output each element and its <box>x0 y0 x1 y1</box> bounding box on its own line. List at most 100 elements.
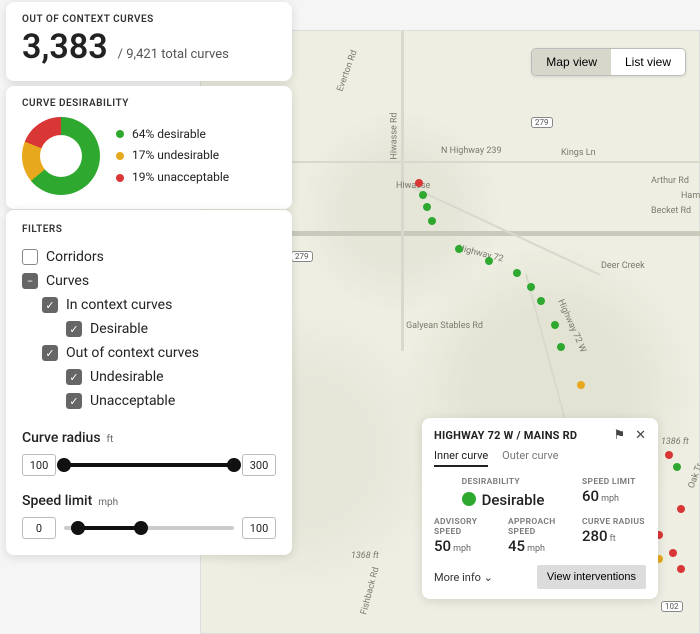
close-icon[interactable]: ✕ <box>635 428 646 443</box>
legend-text: 19% unacceptable <box>132 167 229 189</box>
legend-dot-icon <box>116 152 124 160</box>
curve-info-card: HIGHWAY 72 W / MAINS RD ⚑ ✕ Inner curve … <box>422 418 658 599</box>
map-label-everton: Everton Rd <box>336 49 360 93</box>
tab-outer-curve[interactable]: Outer curve <box>502 449 558 467</box>
curve-dot[interactable] <box>677 565 685 573</box>
map-label-kings: Kings Ln <box>561 148 596 158</box>
more-info-link[interactable]: More info ⌄ <box>434 571 493 584</box>
curve-dot[interactable] <box>513 269 521 277</box>
legend-item-unacceptable: 19% unacceptable <box>116 167 229 189</box>
slider-thumb-min[interactable] <box>57 458 71 472</box>
curve-dot[interactable] <box>485 257 493 265</box>
curve-dot[interactable] <box>537 297 545 305</box>
slider-speed-limit: Speed limit mph 0 100 <box>22 490 276 539</box>
metric-label: DESIRABILITY <box>462 477 545 487</box>
map-label-elev2: 1368 ft <box>351 551 379 561</box>
curve-dot[interactable] <box>415 179 423 187</box>
curve-dot[interactable] <box>527 283 535 291</box>
map-label-hwy239: N Highway 239 <box>441 146 502 156</box>
slider-title: Curve radius <box>22 430 101 446</box>
filters-label: FILTERS <box>22 224 276 235</box>
checkbox-checked-icon[interactable]: ✓ <box>66 321 82 337</box>
legend-text: 64% desirable <box>132 124 206 146</box>
metric-value: 50 <box>434 537 451 555</box>
curve-dot[interactable] <box>669 549 677 557</box>
slider-thumb-min[interactable] <box>71 521 85 535</box>
checkbox-icon[interactable] <box>22 249 38 265</box>
info-title: HIGHWAY 72 W / MAINS RD <box>434 429 577 442</box>
map-label-fishback: Fishback Rd <box>359 566 381 616</box>
map-label-hampton: Hampton <box>681 191 700 201</box>
metric-unit: mph <box>527 544 545 554</box>
out-of-context-panel: OUT OF CONTEXT CURVES 3,383 / 9,421 tota… <box>6 2 292 81</box>
legend-dot-icon <box>116 174 124 182</box>
curve-dot[interactable] <box>428 217 436 225</box>
tab-list-view[interactable]: List view <box>611 49 685 75</box>
out-of-context-label: OUT OF CONTEXT CURVES <box>22 14 276 25</box>
metric-label: CURVE RADIUS <box>582 517 646 527</box>
map-label-becket: Becket Rd <box>651 206 691 216</box>
curve-dot[interactable] <box>673 463 681 471</box>
checkbox-checked-icon[interactable]: ✓ <box>66 393 82 409</box>
slider-max-input[interactable]: 100 <box>242 517 276 539</box>
donut-legend: 64% desirable 17% undesirable 19% unacce… <box>116 124 229 189</box>
filter-label: Corridors <box>46 249 104 265</box>
curve-dot[interactable] <box>557 343 565 351</box>
legend-item-desirable: 64% desirable <box>116 124 229 146</box>
filter-in-context[interactable]: ✓ In context curves <box>22 293 276 317</box>
checkbox-checked-icon[interactable]: ✓ <box>42 297 58 313</box>
view-toggle: Map view List view <box>531 48 686 76</box>
filter-corridors[interactable]: Corridors <box>22 245 276 269</box>
curve-dot[interactable] <box>677 505 685 513</box>
tab-inner-curve[interactable]: Inner curve <box>434 449 488 467</box>
curve-dot[interactable] <box>455 245 463 253</box>
metric-value: 280 <box>582 527 608 545</box>
curve-desirability-label: CURVE DESIRABILITY <box>22 98 276 109</box>
slider-max-input[interactable]: 300 <box>242 454 276 476</box>
curve-dot[interactable] <box>419 191 427 199</box>
map-label-hiwasse: Hiwasse <box>396 181 430 191</box>
slider-thumb-max[interactable] <box>134 521 148 535</box>
out-of-context-count: 3,383 <box>22 27 108 67</box>
metric-unit: ft <box>610 534 616 544</box>
flag-icon[interactable]: ⚑ <box>613 428 625 443</box>
curve-dot[interactable] <box>665 451 673 459</box>
map-label-hwy72: Highway 72 <box>456 243 504 264</box>
filter-label: Undesirable <box>90 369 164 385</box>
filter-out-context[interactable]: ✓ Out of context curves <box>22 341 276 365</box>
slider-curve-radius: Curve radius ft 100 300 <box>22 427 276 476</box>
checkbox-checked-icon[interactable]: ✓ <box>42 345 58 361</box>
legend-item-undesirable: 17% undesirable <box>116 145 229 167</box>
slider-min-input[interactable]: 100 <box>22 454 56 476</box>
slider-track[interactable] <box>64 526 234 530</box>
filter-desirable[interactable]: ✓ Desirable <box>22 317 276 341</box>
out-of-context-total: / 9,421 total curves <box>118 47 229 62</box>
filters-panel: FILTERS Corridors − Curves ✓ In context … <box>6 210 292 555</box>
map-label-galyean: Galyean Stables Rd <box>406 321 483 331</box>
slider-min-input[interactable]: 0 <box>22 517 56 539</box>
curve-dot[interactable] <box>551 321 559 329</box>
slider-unit: ft <box>107 434 114 445</box>
slider-thumb-max[interactable] <box>227 458 241 472</box>
legend-dot-icon <box>116 130 124 138</box>
slider-track[interactable] <box>64 463 234 467</box>
metric-value: Desirable <box>482 491 545 509</box>
route-badge-279b: 279 <box>531 117 553 128</box>
tab-map-view[interactable]: Map view <box>532 49 611 75</box>
route-badge-279: 279 <box>291 251 313 262</box>
view-interventions-button[interactable]: View interventions <box>537 565 646 589</box>
filter-unacceptable[interactable]: ✓ Unacceptable <box>22 389 276 413</box>
checkbox-checked-icon[interactable]: ✓ <box>66 369 82 385</box>
metric-label: ADVISORY SPEED <box>434 517 498 537</box>
filter-label: Out of context curves <box>66 345 199 361</box>
status-dot-icon <box>462 492 476 506</box>
slider-unit: mph <box>98 497 118 508</box>
donut-chart <box>22 117 100 195</box>
checkbox-indeterminate-icon[interactable]: − <box>22 273 38 289</box>
filter-undesirable[interactable]: ✓ Undesirable <box>22 365 276 389</box>
metric-unit: mph <box>453 544 471 554</box>
metric-value: 60 <box>582 487 599 505</box>
curve-dot[interactable] <box>423 203 431 211</box>
curve-dot[interactable] <box>577 381 585 389</box>
filter-curves[interactable]: − Curves <box>22 269 276 293</box>
